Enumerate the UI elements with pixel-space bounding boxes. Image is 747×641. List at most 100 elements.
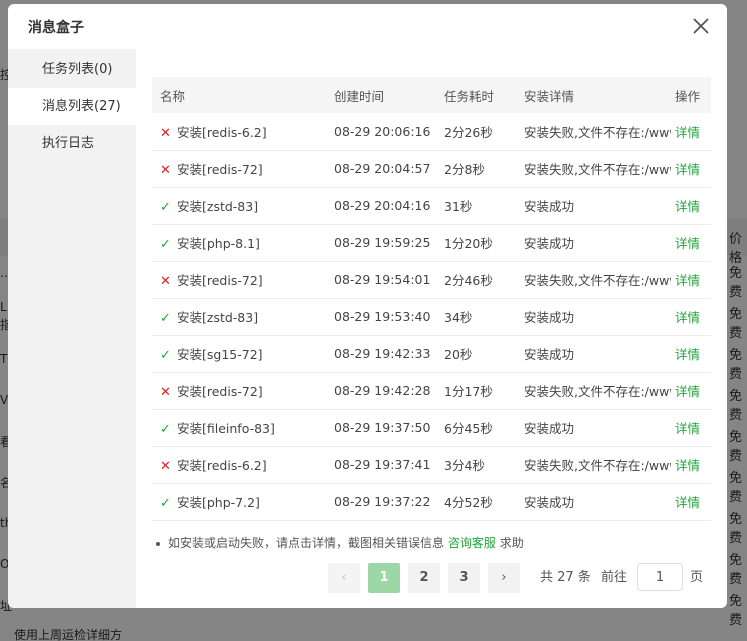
action-cell: 详情 (671, 261, 711, 299)
dialog-header: 消息盒子 (8, 4, 727, 49)
task-name: 安装[redis-72] (177, 384, 263, 399)
detail-link[interactable]: 详情 (675, 384, 700, 399)
detail-link[interactable]: 详情 (675, 458, 700, 473)
sidebar-item-task-list[interactable]: 任务列表(0) (8, 51, 136, 88)
background-price-cell: 免费 (729, 389, 743, 423)
detail-link[interactable]: 详情 (675, 125, 700, 140)
page-button-3[interactable]: 3 (448, 563, 480, 593)
created-time-cell: 08-29 19:53:40 (326, 298, 436, 336)
check-icon: ✓ (160, 422, 171, 437)
created-time-cell: 08-29 20:06:16 (326, 113, 436, 151)
background-price-cell: 免费 (729, 512, 743, 546)
page-unit-label: 页 (690, 570, 704, 585)
background-price-cell: 免费 (729, 430, 743, 464)
cross-icon: ✕ (160, 385, 171, 400)
goto-label: 前往 (601, 570, 628, 585)
task-name-cell: ✕ 安装[redis-72] (152, 150, 326, 188)
check-icon: ✓ (160, 348, 171, 363)
install-detail-cell: 安装成功 (516, 409, 671, 447)
next-page-button[interactable]: › (488, 563, 520, 593)
detail-link[interactable]: 详情 (675, 273, 700, 288)
table-row: ✓ 安装[php-8.1] 08-29 19:59:25 1分20秒 安装成功 详情 (152, 224, 711, 262)
table-row: ✓ 安装[php-7.2] 08-29 19:37:22 4分52秒 安装成功 详情 (152, 483, 711, 521)
task-name-cell: ✓ 安装[sg15-72] (152, 335, 326, 373)
contact-support-link[interactable]: 咨询客服 (448, 536, 496, 550)
install-detail-cell: 安装失败,文件不存在:/www/server/panel/install/red… (516, 372, 671, 410)
detail-link[interactable]: 详情 (675, 310, 700, 325)
detail-link[interactable]: 详情 (675, 162, 700, 177)
install-detail-cell: 安装失败,文件不存在:/www/server/panel/install/red… (516, 113, 671, 151)
prev-page-button[interactable]: ‹ (328, 563, 360, 593)
table-row: ✕ 安装[redis-6.2] 08-29 19:37:41 3分4秒 安装失败,文件不… (152, 446, 711, 484)
total-count: 共 27 条 (540, 570, 591, 585)
task-name-cell: ✕ 安装[redis-6.2] (152, 446, 326, 484)
table-row: ✓ 安装[fileinfo-83] 08-29 19:37:50 6分45秒 安装成功详… (152, 409, 711, 447)
message-list-panel: 名称 创建时间 任务耗时 安装详情 操作 ✕ 安装[redis-6.2] 08-29… (136, 49, 727, 608)
duration-cell: 34秒 (436, 298, 516, 336)
detail-link[interactable]: 详情 (675, 347, 700, 362)
action-cell: 详情 (671, 150, 711, 188)
created-time-cell: 08-29 19:37:22 (326, 483, 436, 521)
bullet-dot (156, 541, 160, 546)
created-time-cell: 08-29 19:54:01 (326, 261, 436, 299)
install-detail-cell: 安装失败,文件不存在:/www/server/panel/install/red… (516, 446, 671, 484)
task-name-cell: ✓ 安装[php-7.2] (152, 483, 326, 521)
help-tip: 如安装或启动失败，请点击详情，截图相关错误信息 咨询客服 求助 (156, 534, 524, 551)
install-detail-cell: 安装成功 (516, 483, 671, 521)
detail-link[interactable]: 详情 (675, 199, 700, 214)
dialog-title: 消息盒子 (28, 20, 84, 36)
task-name: 安装[redis-6.2] (177, 124, 267, 140)
sidebar-item-message-list[interactable]: 消息列表(27) (8, 88, 136, 125)
task-name: 安装[php-8.1] (177, 236, 260, 251)
background-price-cell: 免费 (729, 266, 743, 300)
action-cell: 详情 (671, 298, 711, 336)
task-name-cell: ✓ 安装[zstd-83] (152, 298, 326, 336)
detail-link[interactable]: 详情 (675, 495, 700, 510)
column-header-install-detail: 安装详情 (516, 77, 671, 113)
help-tip-text: 如安装或启动失败，请点击详情，截图相关错误信息 (168, 536, 445, 550)
created-time-cell: 08-29 19:42:33 (326, 335, 436, 373)
task-name-cell: ✕ 安装[redis-72] (152, 261, 326, 299)
detail-link[interactable]: 详情 (675, 236, 700, 251)
task-name-cell: ✕ 安装[redis-72] (152, 372, 326, 410)
duration-cell: 1分20秒 (436, 224, 516, 262)
created-time-cell: 08-29 20:04:57 (326, 150, 436, 188)
page-button-2[interactable]: 2 (408, 563, 440, 593)
cross-icon: ✕ (160, 125, 171, 141)
task-name-cell: ✓ 安装[zstd-83] (152, 187, 326, 225)
background-price-cell: 免费 (729, 594, 743, 628)
sidebar-item-execution-log[interactable]: 执行日志 (8, 125, 136, 162)
table-row: ✓ 安装[zstd-83] 08-29 20:04:16 31秒 安装成功 详情 (152, 187, 711, 225)
created-time-cell: 08-29 19:37:50 (326, 409, 436, 447)
duration-cell: 3分4秒 (436, 446, 516, 484)
detail-link[interactable]: 详情 (675, 421, 700, 436)
background-price-cell: 免费 (729, 348, 743, 382)
check-icon: ✓ (160, 200, 171, 215)
action-cell: 详情 (671, 335, 711, 373)
goto-page-input[interactable] (637, 563, 683, 591)
action-cell: 详情 (671, 224, 711, 262)
action-cell: 详情 (671, 113, 711, 151)
page-button-1[interactable]: 1 (368, 563, 400, 593)
duration-cell: 2分8秒 (436, 150, 516, 188)
close-icon[interactable] (691, 16, 711, 36)
created-time-cell: 08-29 19:59:25 (326, 224, 436, 262)
background-price-header: 价格 (729, 232, 743, 266)
help-tip-suffix: 求助 (499, 536, 524, 550)
duration-cell: 2分26秒 (436, 113, 516, 151)
created-time-cell: 08-29 19:37:41 (326, 446, 436, 484)
table-row: ✕ 安装[redis-72] 08-29 19:42:28 1分17秒 安装失败,文件不… (152, 372, 711, 410)
background-price-cell: 免费 (729, 307, 743, 341)
duration-cell: 20秒 (436, 335, 516, 373)
background-price-cell: 免费 (729, 471, 743, 505)
table-row: ✕ 安装[redis-72] 08-29 19:54:01 2分46秒 安装失败,文件不… (152, 261, 711, 299)
install-detail-cell: 安装失败,文件不存在:/www/server/panel/install/red… (516, 150, 671, 188)
cross-icon: ✕ (160, 274, 171, 289)
column-header-created-time: 创建时间 (326, 77, 436, 113)
duration-cell: 1分17秒 (436, 372, 516, 410)
install-detail-cell: 安装成功 (516, 335, 671, 373)
action-cell: 详情 (671, 446, 711, 484)
task-name: 安装[zstd-83] (177, 199, 259, 214)
table-row: ✕ 安装[redis-6.2] 08-29 20:06:16 2分26秒 安装失败,文件… (152, 113, 711, 151)
duration-cell: 31秒 (436, 187, 516, 225)
